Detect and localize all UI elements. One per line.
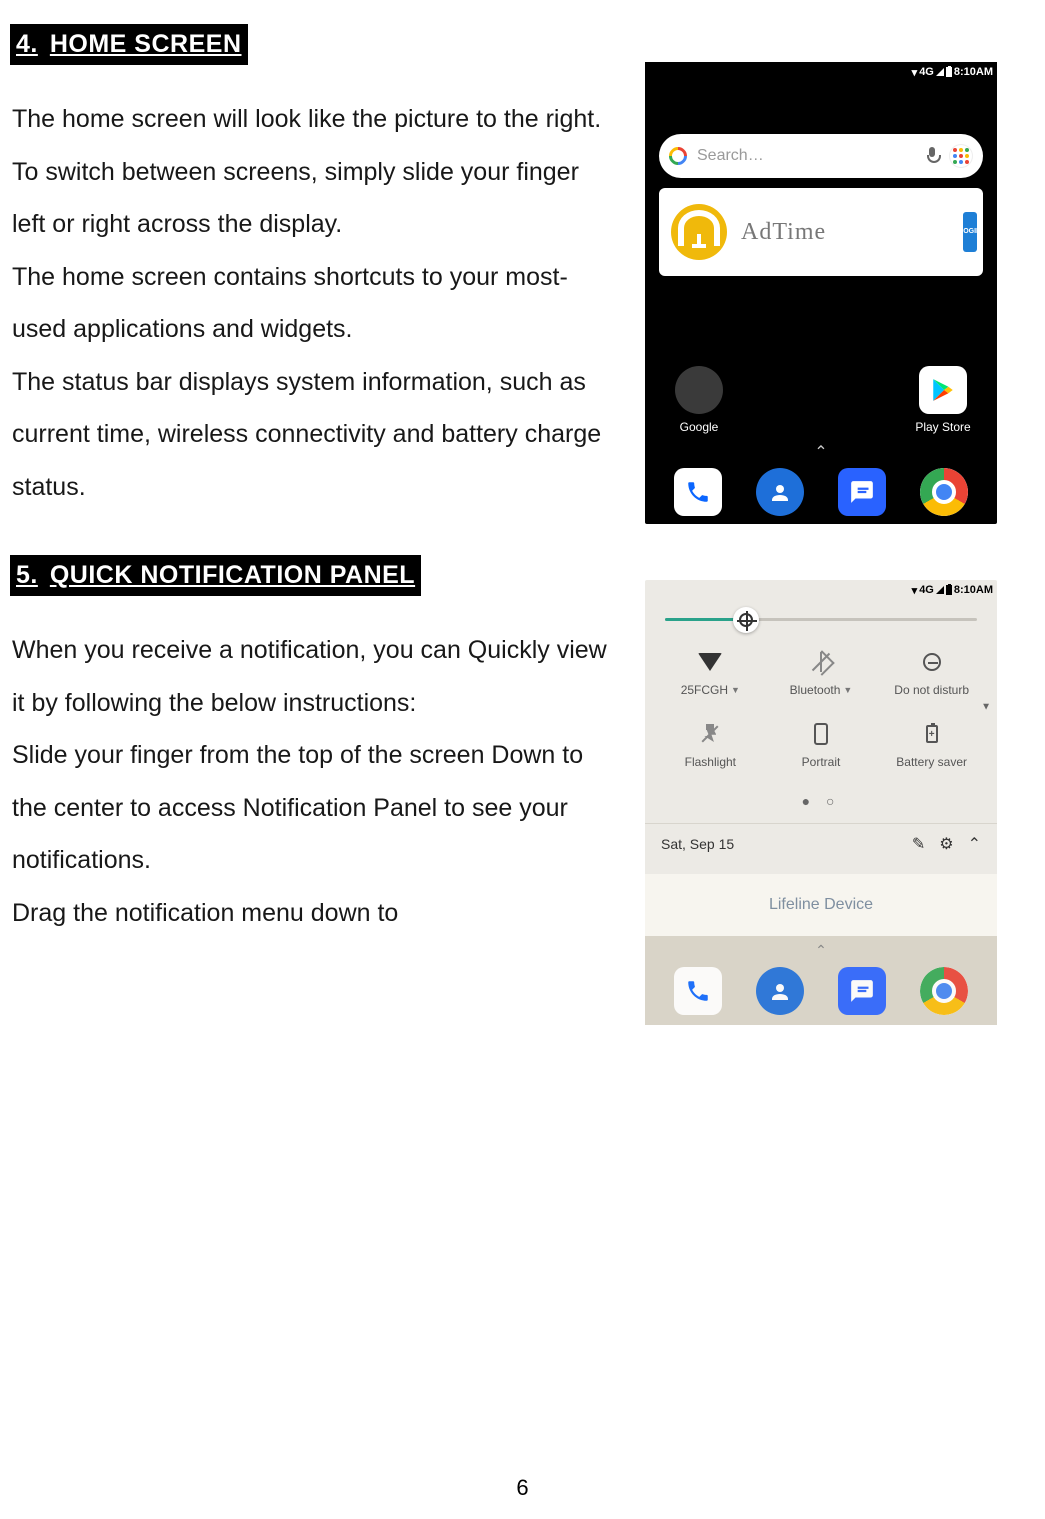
qs-bluetooth-label: Bluetooth (790, 683, 841, 697)
qs-dnd[interactable]: Do not disturb (876, 641, 987, 707)
qs-wifi-label: 25FCGH (681, 683, 728, 697)
battery-saver-icon (921, 723, 943, 745)
section-number: 4. (16, 30, 38, 58)
battery-icon (946, 585, 952, 595)
home-screen-screenshot: ▾ 4G 8:10AM Search… AdTime LOGIN G (645, 62, 997, 524)
portrait-icon (810, 723, 832, 745)
flashlight-off-icon (699, 723, 721, 745)
adtime-logo-icon (671, 204, 727, 260)
google-folder[interactable]: Google (669, 366, 729, 434)
chevron-down-icon[interactable]: ▼ (981, 702, 991, 713)
qs-wifi[interactable]: 25FCGH▼ (655, 641, 766, 707)
section-title: HOME SCREEN (50, 30, 242, 58)
section-number: 5. (16, 561, 38, 589)
qs-battery-saver[interactable]: Battery saver (876, 713, 987, 779)
adtime-label: AdTime (741, 219, 826, 246)
clock: 8:10AM (954, 66, 993, 78)
apps-grid-icon[interactable] (949, 144, 973, 168)
network-label: 4G (919, 584, 934, 596)
adtime-widget[interactable]: AdTime LOGIN (659, 188, 983, 276)
contacts-app-icon[interactable] (756, 967, 804, 1015)
edit-icon[interactable]: ✎ (912, 834, 925, 854)
drawer-handle-icon[interactable]: ⌃ (645, 938, 997, 961)
chevron-up-icon[interactable]: ⌃ (968, 834, 981, 854)
clock: 8:10AM (954, 584, 993, 596)
section-title: QUICK NOTIFICATION PANEL (50, 561, 415, 589)
settings-gear-icon[interactable]: ⚙ (939, 834, 953, 854)
chevron-down-icon[interactable]: ▼ (731, 685, 740, 695)
wifi-icon: ▾ (912, 66, 918, 79)
phone-app-icon[interactable] (674, 468, 722, 516)
page-number: 6 (0, 1475, 1045, 1501)
page-indicator: ● ○ (645, 785, 997, 823)
status-bar: ▾ 4G 8:10AM (645, 580, 997, 600)
chrome-app-icon[interactable] (920, 967, 968, 1015)
search-bar[interactable]: Search… (659, 134, 983, 178)
section-4-body: The home screen will look like the pictu… (10, 93, 615, 513)
mic-icon[interactable] (925, 147, 939, 165)
dock (645, 468, 997, 518)
play-store-icon (919, 366, 967, 414)
search-placeholder: Search… (697, 147, 915, 165)
google-g-icon (665, 143, 690, 168)
status-bar: ▾ 4G 8:10AM (645, 62, 997, 82)
qs-dnd-label: Do not disturb (894, 683, 969, 697)
chevron-down-icon[interactable]: ▼ (843, 685, 852, 695)
date-row: Sat, Sep 15 ✎ ⚙ ⌃ (645, 823, 997, 864)
google-folder-icon (675, 366, 723, 414)
bluetooth-off-icon (810, 651, 832, 673)
home-apps-row: Google Play Store (645, 366, 997, 434)
date-label: Sat, Sep 15 (661, 836, 734, 852)
qs-flashlight-label: Flashlight (685, 755, 736, 769)
qs-bluetooth[interactable]: Bluetooth▼ (766, 641, 877, 707)
network-label: 4G (919, 66, 934, 78)
signal-icon (936, 586, 944, 594)
gear-icon (739, 613, 753, 627)
contacts-app-icon[interactable] (756, 468, 804, 516)
play-store-app[interactable]: Play Store (913, 366, 973, 434)
section-heading-4: 4. HOME SCREEN (10, 24, 248, 65)
dock (645, 961, 997, 1025)
dnd-icon (921, 651, 943, 673)
wifi-icon: ▾ (912, 584, 918, 597)
qs-battery-label: Battery saver (896, 755, 967, 769)
play-store-label: Play Store (915, 420, 970, 434)
login-tab[interactable]: LOGIN (963, 212, 977, 252)
wifi-icon (699, 651, 721, 673)
phone-app-icon[interactable] (674, 967, 722, 1015)
qs-portrait-label: Portrait (802, 755, 841, 769)
qs-flashlight[interactable]: Flashlight (655, 713, 766, 779)
qs-portrait[interactable]: Portrait (766, 713, 877, 779)
section-heading-5: 5. QUICK NOTIFICATION PANEL (10, 555, 421, 596)
section-5-body: When you receive a notification, you can… (10, 624, 615, 939)
notification-panel-screenshot: ▾ 4G 8:10AM 25FCGH▼ Bluetooth▼ (645, 580, 997, 1025)
signal-icon (936, 68, 944, 76)
brightness-slider[interactable] (645, 600, 997, 629)
quick-settings-grid: 25FCGH▼ Bluetooth▼ Do not disturb Flashl… (645, 629, 997, 785)
notification-title: Lifeline Device (769, 896, 873, 913)
chrome-app-icon[interactable] (920, 468, 968, 516)
messages-app-icon[interactable] (838, 468, 886, 516)
notification-card[interactable]: Lifeline Device (645, 874, 997, 936)
drawer-handle-icon[interactable]: ⌃ (645, 442, 997, 462)
messages-app-icon[interactable] (838, 967, 886, 1015)
battery-icon (946, 67, 952, 77)
google-folder-label: Google (680, 420, 719, 434)
